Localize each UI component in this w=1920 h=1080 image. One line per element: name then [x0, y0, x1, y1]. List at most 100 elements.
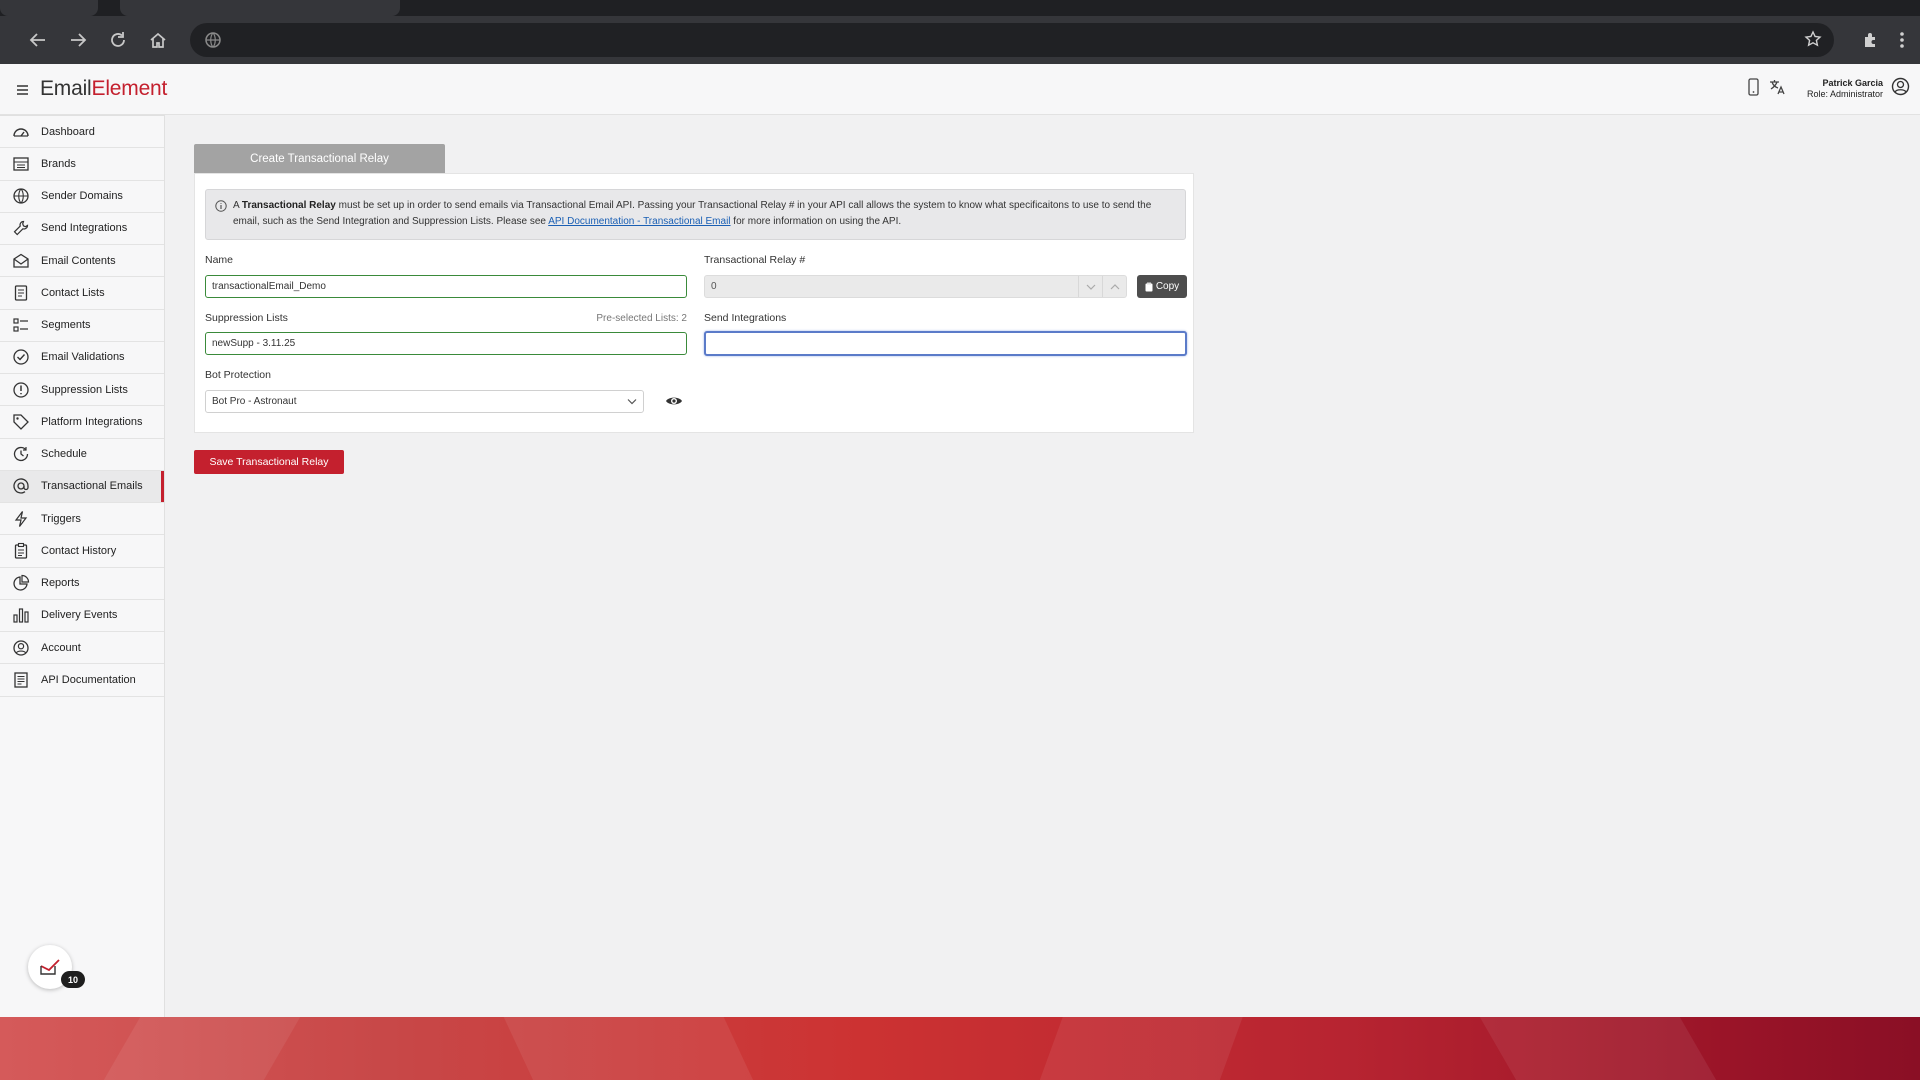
info-bold-term: Transactional Relay	[241, 200, 336, 211]
suppression-lists-input[interactable]	[205, 332, 687, 355]
sidebar-item-segments[interactable]: Segments	[0, 310, 164, 342]
sidebar-item-contact-lists[interactable]: Contact Lists	[0, 277, 164, 310]
reload-icon[interactable]	[102, 24, 134, 56]
app-header: EmailElement Patrick Garcia Role: Admini…	[0, 64, 1920, 115]
sidebar-item-label: Reports	[41, 577, 80, 590]
increment-chevron-icon[interactable]	[1102, 276, 1126, 297]
name-input[interactable]	[205, 275, 687, 298]
sidebar-item-label: Send Integrations	[41, 222, 128, 235]
logo-text-part2: ail	[71, 77, 92, 100]
exclamation-circle-icon	[11, 380, 31, 400]
sidebar-item-label: Delivery Events	[41, 609, 118, 622]
emailelement-logo[interactable]: EmailElement	[40, 77, 167, 101]
sidebar-item-label: Segments	[41, 319, 91, 332]
at-sign-icon	[11, 476, 31, 496]
sidebar-item-delivery-events[interactable]: Delivery Events	[0, 600, 164, 632]
segments-icon	[11, 315, 31, 335]
eye-icon[interactable]	[665, 394, 683, 412]
back-icon[interactable]	[22, 24, 54, 56]
user-name: Patrick Garcia	[1822, 78, 1883, 88]
sidebar-item-reports[interactable]: Reports	[0, 568, 164, 600]
translate-icon[interactable]	[1768, 78, 1786, 101]
copy-label: Copy	[1155, 281, 1180, 292]
sidebar-item-label: Brands	[41, 157, 76, 170]
bot-protection-value: Bot Pro - Astronaut	[212, 396, 297, 407]
sidebar-item-label: Account	[41, 641, 81, 654]
sidebar-item-platform-integrations[interactable]: Platform Integrations	[0, 406, 164, 439]
check-circle-icon	[11, 347, 31, 367]
sidebar-item-label: Sender Domains	[41, 190, 123, 203]
site-info-icon[interactable]	[204, 31, 222, 54]
browser-tab-strip	[0, 0, 1920, 16]
form-panel: A Transactional Relay must be set up in …	[194, 173, 1194, 433]
name-label: Name	[205, 254, 234, 266]
sidebar-item-account[interactable]: Account	[0, 632, 164, 665]
globe-icon	[11, 186, 31, 206]
sidebar-item-api-documentation[interactable]: API Documentation	[0, 664, 164, 697]
sidebar-item-label: API Documentation	[41, 673, 136, 686]
sidebar-nav: Dashboard Brands Sender Domains Send Integr…	[0, 115, 164, 697]
lightning-icon	[11, 509, 31, 529]
bookmark-star-icon[interactable]	[1804, 30, 1822, 53]
menu-kebab-icon[interactable]	[1886, 24, 1918, 56]
bar-chart-icon	[11, 605, 31, 625]
notification-count-badge: 10	[61, 971, 85, 988]
api-docs-link[interactable]: API Documentation - Transactional Email	[548, 216, 730, 227]
mobile-device-icon[interactable]	[1746, 78, 1760, 101]
bot-protection-label: Bot Protection	[205, 369, 271, 381]
info-icon	[215, 200, 227, 218]
document-icon	[11, 670, 31, 690]
tag-icon	[11, 412, 31, 432]
contact-list-icon	[11, 283, 31, 303]
sidebar-item-label: Platform Integrations	[41, 415, 143, 428]
sidebar-item-label: Transactional Emails	[41, 480, 143, 493]
sidebar-item-dashboard[interactable]: Dashboard	[0, 116, 164, 149]
brands-icon	[11, 154, 31, 174]
send-integrations-input[interactable]	[704, 331, 1187, 356]
browser-toolbar	[0, 16, 1920, 64]
sidebar-item-sender-domains[interactable]: Sender Domains	[0, 181, 164, 213]
info-prefix: A	[233, 200, 240, 211]
envelope-icon	[11, 251, 31, 271]
sidebar-item-label: Suppression Lists	[41, 383, 128, 396]
sidebar-item-label: Triggers	[41, 512, 81, 525]
clipboard-icon	[11, 541, 31, 561]
copy-button[interactable]: Copy	[1137, 275, 1187, 298]
forward-icon[interactable]	[62, 24, 94, 56]
sidebar-item-schedule[interactable]: Schedule	[0, 439, 164, 471]
save-transactional-relay-button[interactable]: Save Transactional Relay	[194, 450, 344, 474]
send-integrations-label: Send Integrations	[704, 312, 787, 324]
browser-tab[interactable]	[0, 0, 98, 16]
sidebar-item-contact-history[interactable]: Contact History	[0, 535, 164, 568]
sidebar-item-email-validations[interactable]: Email Validations	[0, 342, 164, 374]
decrement-chevron-icon[interactable]	[1078, 276, 1102, 297]
dashboard-icon	[11, 122, 31, 142]
tab-create-transactional-relay[interactable]: Create Transactional Relay	[194, 144, 445, 173]
user-circle-icon	[11, 638, 31, 658]
sidebar-item-label: Contact History	[41, 544, 117, 557]
sidebar-item-label: Email Validations	[41, 351, 125, 364]
home-icon[interactable]	[142, 24, 174, 56]
browser-tab-active[interactable]	[120, 0, 400, 16]
logo-text-part3: Element	[91, 77, 168, 100]
sidebar-item-label: Email Contents	[41, 254, 116, 267]
sidebar-item-send-integrations[interactable]: Send Integrations	[0, 213, 164, 245]
preselected-count: Pre-selected Lists: 2	[596, 313, 687, 324]
info-alert: A Transactional Relay must be set up in …	[205, 189, 1186, 240]
sidebar-item-transactional-emails[interactable]: Transactional Emails	[0, 470, 164, 503]
footer-decorative-band	[0, 1017, 1920, 1080]
user-role: Role: Administrator	[1806, 89, 1883, 99]
hamburger-menu-icon[interactable]	[17, 82, 28, 100]
chevron-down-icon	[627, 397, 637, 408]
sidebar-item-triggers[interactable]: Triggers	[0, 503, 164, 536]
sidebar-item-label: Dashboard	[41, 125, 95, 138]
sidebar-item-suppression-lists[interactable]: Suppression Lists	[0, 374, 164, 407]
suppression-lists-label: Suppression Lists	[205, 312, 288, 324]
bot-protection-select[interactable]: Bot Pro - Astronaut	[205, 390, 644, 413]
sidebar-item-brands[interactable]: Brands	[0, 148, 164, 181]
sidebar-item-email-contents[interactable]: Email Contents	[0, 245, 164, 278]
user-info[interactable]: Patrick Garcia Role: Administrator	[1807, 78, 1883, 100]
user-avatar-icon[interactable]	[1891, 77, 1910, 101]
extensions-icon[interactable]	[1855, 24, 1887, 56]
address-bar[interactable]	[190, 23, 1834, 57]
